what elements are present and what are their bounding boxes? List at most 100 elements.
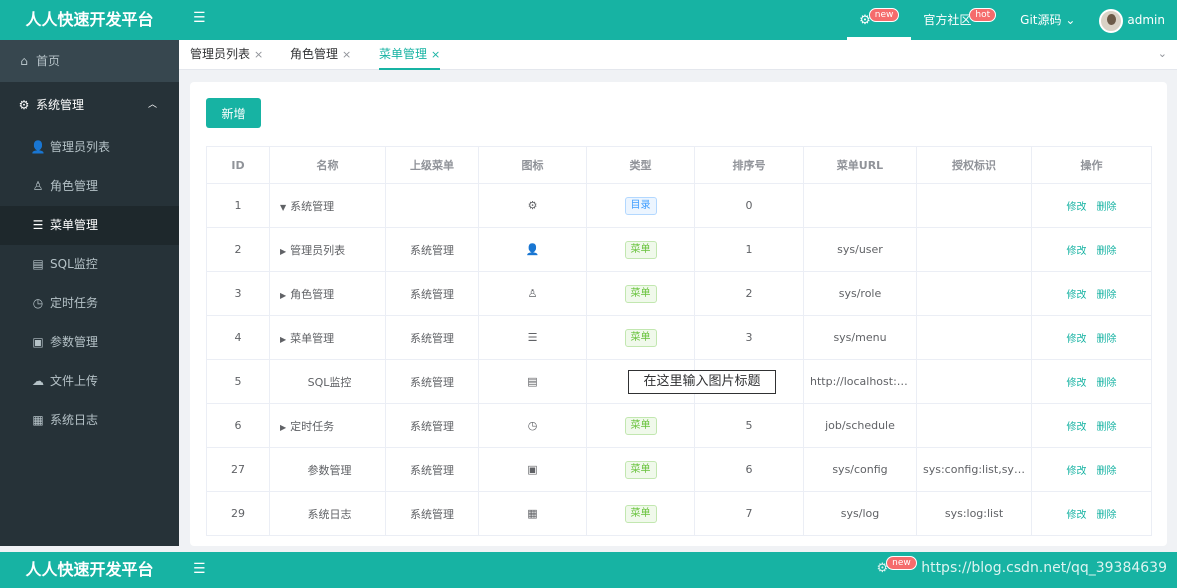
cell-actions: 修改 删除	[1031, 271, 1152, 316]
edit-link[interactable]: 修改	[1067, 466, 1087, 477]
cell-url: sys/user	[803, 227, 917, 272]
tab-users[interactable]: 管理员列表 ×	[190, 40, 263, 70]
edit-link[interactable]: 修改	[1067, 246, 1087, 257]
chevron-down-icon: ⌄	[1065, 13, 1076, 27]
cell-url: sys/config	[803, 447, 917, 492]
top-nav-user[interactable]: admin	[1087, 0, 1177, 40]
cell-actions: 修改 删除	[1031, 403, 1152, 448]
cell-url: job/schedule	[803, 403, 917, 448]
table-row: 29 系统日志 系统管理 ▦ 菜单 7 sys/log sys:log:list…	[206, 491, 1152, 536]
cell-actions: 修改 删除	[1031, 491, 1152, 536]
sidebar-item-upload[interactable]: ☁ 文件上传	[0, 362, 179, 401]
sidebar-item-sql[interactable]: ▤ SQL监控	[0, 245, 179, 284]
config-icon: ▣	[527, 463, 538, 476]
cell-parent: 系统管理	[385, 491, 479, 536]
delete-link[interactable]: 删除	[1097, 466, 1117, 477]
sql-icon: ▤	[32, 257, 44, 271]
image-caption-box[interactable]: 在这里输入图片标题	[628, 370, 776, 394]
cell-sort: 7	[694, 491, 804, 536]
sidebar-item-users[interactable]: 👤 管理员列表	[0, 128, 179, 167]
sidebar-item-schedule[interactable]: ◷ 定时任务	[0, 284, 179, 323]
app-logo-title: 人人快速开发平台	[25, 560, 154, 579]
top-nav-community[interactable]: 官方社区 hot	[911, 0, 1008, 40]
cell-type: 菜单	[586, 271, 695, 316]
top-nav-git[interactable]: Git源码 ⌄	[1008, 0, 1087, 40]
role-icon: ♙	[32, 179, 44, 193]
cell-id: 2	[206, 227, 270, 272]
app-logo-title[interactable]: 人人快速开发平台	[0, 0, 179, 40]
tab-menus[interactable]: 菜单管理 ×	[379, 40, 441, 70]
edit-link[interactable]: 修改	[1067, 422, 1087, 433]
sidebar-item-config[interactable]: ▣ 参数管理	[0, 323, 179, 362]
edit-link[interactable]: 修改	[1067, 378, 1087, 389]
caret-right-icon[interactable]: ▶	[280, 247, 286, 256]
caret-right-icon[interactable]: ▶	[280, 335, 286, 344]
menu-list-icon: ☰	[527, 331, 538, 344]
cell-icon: ♙	[478, 271, 587, 316]
sidebar-item-label: 系统日志	[50, 413, 99, 427]
tab-label: 菜单管理	[379, 47, 428, 61]
delete-link[interactable]: 删除	[1097, 510, 1117, 521]
new-badge: new	[886, 556, 917, 570]
chevron-down-icon[interactable]: ⌄	[1158, 47, 1167, 60]
menu-table: ID 名称 上级菜单 图标 类型 排序号 菜单URL 授权标识 操作 1 ▼ 系统…	[206, 146, 1152, 536]
column-header: ID	[206, 146, 270, 184]
watermark-url: https://blog.csdn.net/qq_39384639	[921, 560, 1167, 576]
clock-icon: ◷	[527, 419, 538, 432]
column-header: 名称	[269, 146, 386, 184]
sidebar-item-label: 参数管理	[50, 335, 99, 349]
edit-link[interactable]: 修改	[1067, 334, 1087, 345]
sidebar-group-system[interactable]: ⚙ 系统管理 ︿	[0, 82, 179, 128]
edit-link[interactable]: 修改	[1067, 510, 1087, 521]
type-tag: 菜单	[624, 240, 657, 259]
sidebar-item-home[interactable]: ⌂ 首页	[0, 40, 179, 82]
close-icon[interactable]: ×	[431, 48, 440, 61]
edit-link[interactable]: 修改	[1067, 290, 1087, 301]
sidebar-item-label: 文件上传	[50, 374, 99, 388]
delete-link[interactable]: 删除	[1097, 378, 1117, 389]
sidebar-item-menus[interactable]: ☰ 菜单管理	[0, 206, 179, 245]
add-button[interactable]: 新增	[206, 98, 261, 128]
delete-link[interactable]: 删除	[1097, 290, 1117, 301]
hamburger-icon: ☰	[193, 561, 206, 577]
sidebar-item-log[interactable]: ▦ 系统日志	[0, 401, 179, 440]
delete-link[interactable]: 删除	[1097, 202, 1117, 213]
table-row: 1 ▼ 系统管理 ⚙ 目录 0 修改 删除	[206, 183, 1152, 228]
table-row: 6 ▶ 定时任务 系统管理 ◷ 菜单 5 job/schedule 修改 删除	[206, 403, 1152, 448]
delete-link[interactable]: 删除	[1097, 334, 1117, 345]
sidebar-item-label: 管理员列表	[50, 140, 111, 154]
cell-name: ▶ 菜单管理	[269, 315, 386, 360]
close-icon[interactable]: ×	[254, 48, 263, 61]
cell-url: sys/menu	[803, 315, 917, 360]
cell-id: 27	[206, 447, 270, 492]
column-header: 图标	[478, 146, 587, 184]
log-icon: ▦	[527, 507, 538, 520]
cell-perms: sys:config:list,sys:…	[916, 447, 1032, 492]
caret-down-icon[interactable]: ▼	[280, 203, 286, 212]
top-nav-settings[interactable]: ⚙ new	[847, 0, 912, 40]
delete-link[interactable]: 删除	[1097, 422, 1117, 433]
cell-parent	[385, 183, 479, 228]
cell-perms	[916, 227, 1032, 272]
edit-link[interactable]: 修改	[1067, 202, 1087, 213]
cell-parent: 系统管理	[385, 359, 479, 404]
cell-type: 菜单	[586, 315, 695, 360]
delete-link[interactable]: 删除	[1097, 246, 1117, 257]
cell-actions: 修改 删除	[1031, 315, 1152, 360]
hamburger-icon[interactable]: ☰	[193, 10, 206, 26]
cell-icon: 👤	[478, 227, 587, 272]
username: admin	[1127, 13, 1165, 27]
caret-right-icon[interactable]: ▶	[280, 423, 286, 432]
cell-sort: 6	[694, 447, 804, 492]
cell-url: http://localhost:80…	[803, 359, 917, 404]
cell-sort: 3	[694, 315, 804, 360]
tab-roles[interactable]: 角色管理 ×	[290, 40, 351, 70]
cell-type: 菜单	[586, 447, 695, 492]
cell-name: ▶ 角色管理	[269, 271, 386, 316]
sidebar-item-roles[interactable]: ♙ 角色管理	[0, 167, 179, 206]
log-icon: ▦	[32, 413, 44, 427]
close-icon[interactable]: ×	[342, 48, 351, 61]
cell-url	[803, 183, 917, 228]
watermark-text: ⚙ new https://blog.csdn.net/qq_39384639	[876, 556, 1167, 577]
caret-right-icon[interactable]: ▶	[280, 291, 286, 300]
